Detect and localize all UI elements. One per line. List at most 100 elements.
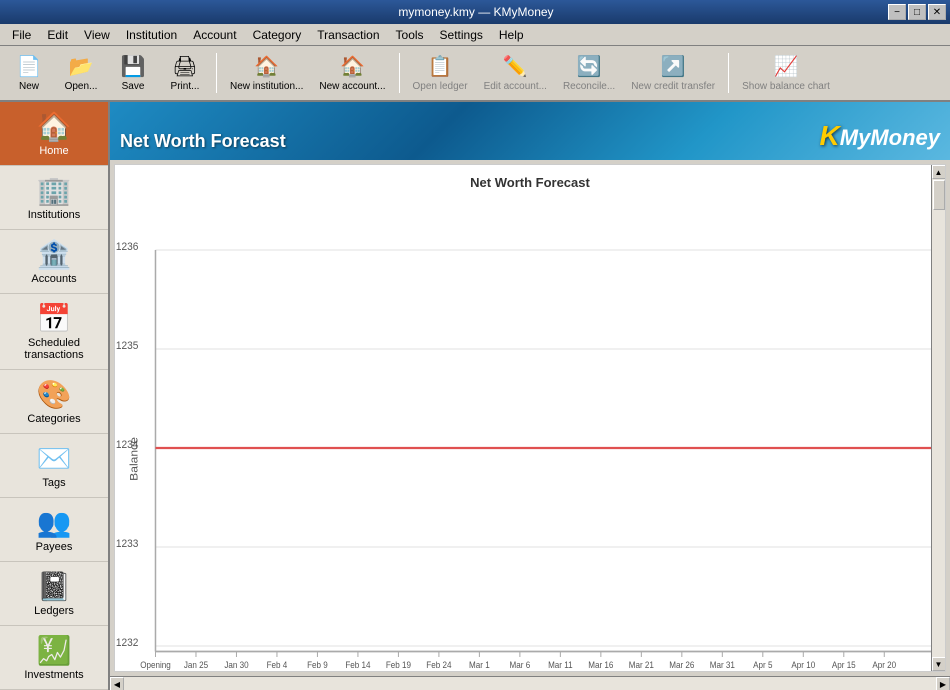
toolbar-separator-3 xyxy=(728,53,729,93)
scroll-thumb[interactable] xyxy=(933,180,945,210)
menu-transaction[interactable]: Transaction xyxy=(309,26,387,44)
payees-icon: 👥 xyxy=(37,506,72,539)
h-scroll-track xyxy=(124,677,936,690)
chart-area: Net Worth Forecast 1236 1235 1234 1233 1… xyxy=(114,164,946,672)
close-button[interactable]: ✕ xyxy=(928,4,946,20)
new-credit-transfer-icon: ↗️ xyxy=(661,54,686,79)
sidebar-item-scheduled-label: Scheduled transactions xyxy=(4,337,104,361)
sidebar-item-investments[interactable]: 💹 Investments xyxy=(0,626,108,690)
svg-text:1235: 1235 xyxy=(116,340,139,352)
edit-account-button[interactable]: ✏️ Edit account... xyxy=(477,48,554,98)
svg-text:Mar 6: Mar 6 xyxy=(510,660,531,670)
toolbar-separator-2 xyxy=(399,53,400,93)
scroll-right-button[interactable]: ▶ xyxy=(936,677,950,690)
svg-text:Feb 19: Feb 19 xyxy=(386,660,411,670)
reconcile-icon: 🔄 xyxy=(577,54,602,79)
vertical-scrollbar[interactable]: ▲ ▼ xyxy=(931,165,945,671)
svg-text:Feb 14: Feb 14 xyxy=(345,660,370,670)
svg-text:Apr 15: Apr 15 xyxy=(832,660,856,670)
open-ledger-icon: 📋 xyxy=(428,54,453,79)
page-title: Net Worth Forecast xyxy=(120,131,286,152)
menu-help[interactable]: Help xyxy=(491,26,532,44)
sidebar-item-ledgers-label: Ledgers xyxy=(34,605,74,617)
sidebar-item-home-label: Home xyxy=(39,145,68,157)
svg-text:Jan 25: Jan 25 xyxy=(184,660,209,670)
toolbar-separator-1 xyxy=(216,53,217,93)
show-balance-chart-button[interactable]: 📈 Show balance chart xyxy=(735,48,837,98)
sidebar-item-scheduled-transactions[interactable]: 📅 Scheduled transactions xyxy=(0,294,108,370)
window-title: mymoney.kmy — KMyMoney xyxy=(64,5,888,19)
edit-account-icon: ✏️ xyxy=(503,54,528,79)
scroll-track xyxy=(932,179,946,657)
sidebar-item-institutions[interactable]: 🏢 Institutions xyxy=(0,166,108,230)
new-credit-transfer-button[interactable]: ↗️ New credit transfer xyxy=(624,48,722,98)
print-icon: 🖨 xyxy=(172,54,197,79)
content-header: Net Worth Forecast KMyMoney xyxy=(110,102,950,160)
menu-account[interactable]: Account xyxy=(185,26,244,44)
sidebar-item-investments-label: Investments xyxy=(24,669,83,681)
svg-text:Mar 16: Mar 16 xyxy=(588,660,613,670)
print-button[interactable]: 🖨 Print... xyxy=(160,48,210,98)
menu-institution[interactable]: Institution xyxy=(118,26,185,44)
sidebar-item-tags[interactable]: ✉️ Tags xyxy=(0,434,108,498)
svg-text:1232: 1232 xyxy=(116,637,139,649)
chart-title: Net Worth Forecast xyxy=(115,165,945,195)
menu-view[interactable]: View xyxy=(76,26,118,44)
menu-category[interactable]: Category xyxy=(245,26,310,44)
institutions-icon: 🏢 xyxy=(37,174,72,207)
new-button[interactable]: 📄 New xyxy=(4,48,54,98)
home-icon: 🏠 xyxy=(37,110,72,143)
svg-text:Apr 5: Apr 5 xyxy=(753,660,773,670)
svg-text:Mar 1: Mar 1 xyxy=(469,660,490,670)
scroll-down-button[interactable]: ▼ xyxy=(932,657,946,671)
toolbar: 📄 New 📂 Open... 💾 Save 🖨 Print... 🏠 New … xyxy=(0,46,950,102)
scroll-up-button[interactable]: ▲ xyxy=(932,165,946,179)
open-ledger-button[interactable]: 📋 Open ledger xyxy=(406,48,475,98)
new-icon: 📄 xyxy=(17,54,42,79)
open-icon: 📂 xyxy=(69,54,94,79)
content-area: Net Worth Forecast KMyMoney Net Worth Fo… xyxy=(110,102,950,690)
minimize-button[interactable]: − xyxy=(888,4,906,20)
scroll-left-button[interactable]: ◀ xyxy=(110,677,124,690)
svg-text:Mar 26: Mar 26 xyxy=(669,660,694,670)
main-layout: 🏠 Home 🏢 Institutions 🏦 Accounts 📅 Sched… xyxy=(0,102,950,690)
save-button[interactable]: 💾 Save xyxy=(108,48,158,98)
sidebar-item-accounts-label: Accounts xyxy=(31,273,76,285)
sidebar-item-home[interactable]: 🏠 Home xyxy=(0,102,108,166)
menu-edit[interactable]: Edit xyxy=(39,26,76,44)
svg-text:1233: 1233 xyxy=(116,538,139,550)
sidebar-item-payees[interactable]: 👥 Payees xyxy=(0,498,108,562)
tags-icon: ✉️ xyxy=(37,442,72,475)
new-institution-button[interactable]: 🏠 New institution... xyxy=(223,48,310,98)
new-institution-icon: 🏠 xyxy=(254,54,279,79)
sidebar: 🏠 Home 🏢 Institutions 🏦 Accounts 📅 Sched… xyxy=(0,102,110,690)
svg-text:Mar 31: Mar 31 xyxy=(710,660,735,670)
accounts-icon: 🏦 xyxy=(37,238,72,271)
svg-text:Balance: Balance xyxy=(128,437,140,481)
sidebar-item-institutions-label: Institutions xyxy=(28,209,81,221)
reconcile-button[interactable]: 🔄 Reconcile... xyxy=(556,48,622,98)
ledgers-icon: 📓 xyxy=(37,570,72,603)
svg-text:Feb 4: Feb 4 xyxy=(267,660,288,670)
svg-text:Opening: Opening xyxy=(140,660,171,670)
maximize-button[interactable]: □ xyxy=(908,4,926,20)
menu-settings[interactable]: Settings xyxy=(432,26,491,44)
sidebar-item-categories-label: Categories xyxy=(27,413,80,425)
menu-tools[interactable]: Tools xyxy=(388,26,432,44)
menu-file[interactable]: File xyxy=(4,26,39,44)
svg-text:Apr 20: Apr 20 xyxy=(872,660,896,670)
svg-text:Mar 21: Mar 21 xyxy=(629,660,654,670)
net-worth-chart: 1236 1235 1234 1233 1232 Balance xyxy=(115,195,945,672)
sidebar-item-tags-label: Tags xyxy=(42,477,65,489)
sidebar-item-categories[interactable]: 🎨 Categories xyxy=(0,370,108,434)
sidebar-item-accounts[interactable]: 🏦 Accounts xyxy=(0,230,108,294)
new-account-button[interactable]: 🏠 New account... xyxy=(312,48,392,98)
horizontal-scrollbar[interactable]: ◀ ▶ xyxy=(110,676,950,690)
menu-bar: File Edit View Institution Account Categ… xyxy=(0,24,950,46)
title-bar: mymoney.kmy — KMyMoney − □ ✕ xyxy=(0,0,950,24)
new-account-icon: 🏠 xyxy=(340,54,365,79)
open-button[interactable]: 📂 Open... xyxy=(56,48,106,98)
svg-text:Jan 30: Jan 30 xyxy=(224,660,249,670)
sidebar-item-ledgers[interactable]: 📓 Ledgers xyxy=(0,562,108,626)
categories-icon: 🎨 xyxy=(37,378,72,411)
